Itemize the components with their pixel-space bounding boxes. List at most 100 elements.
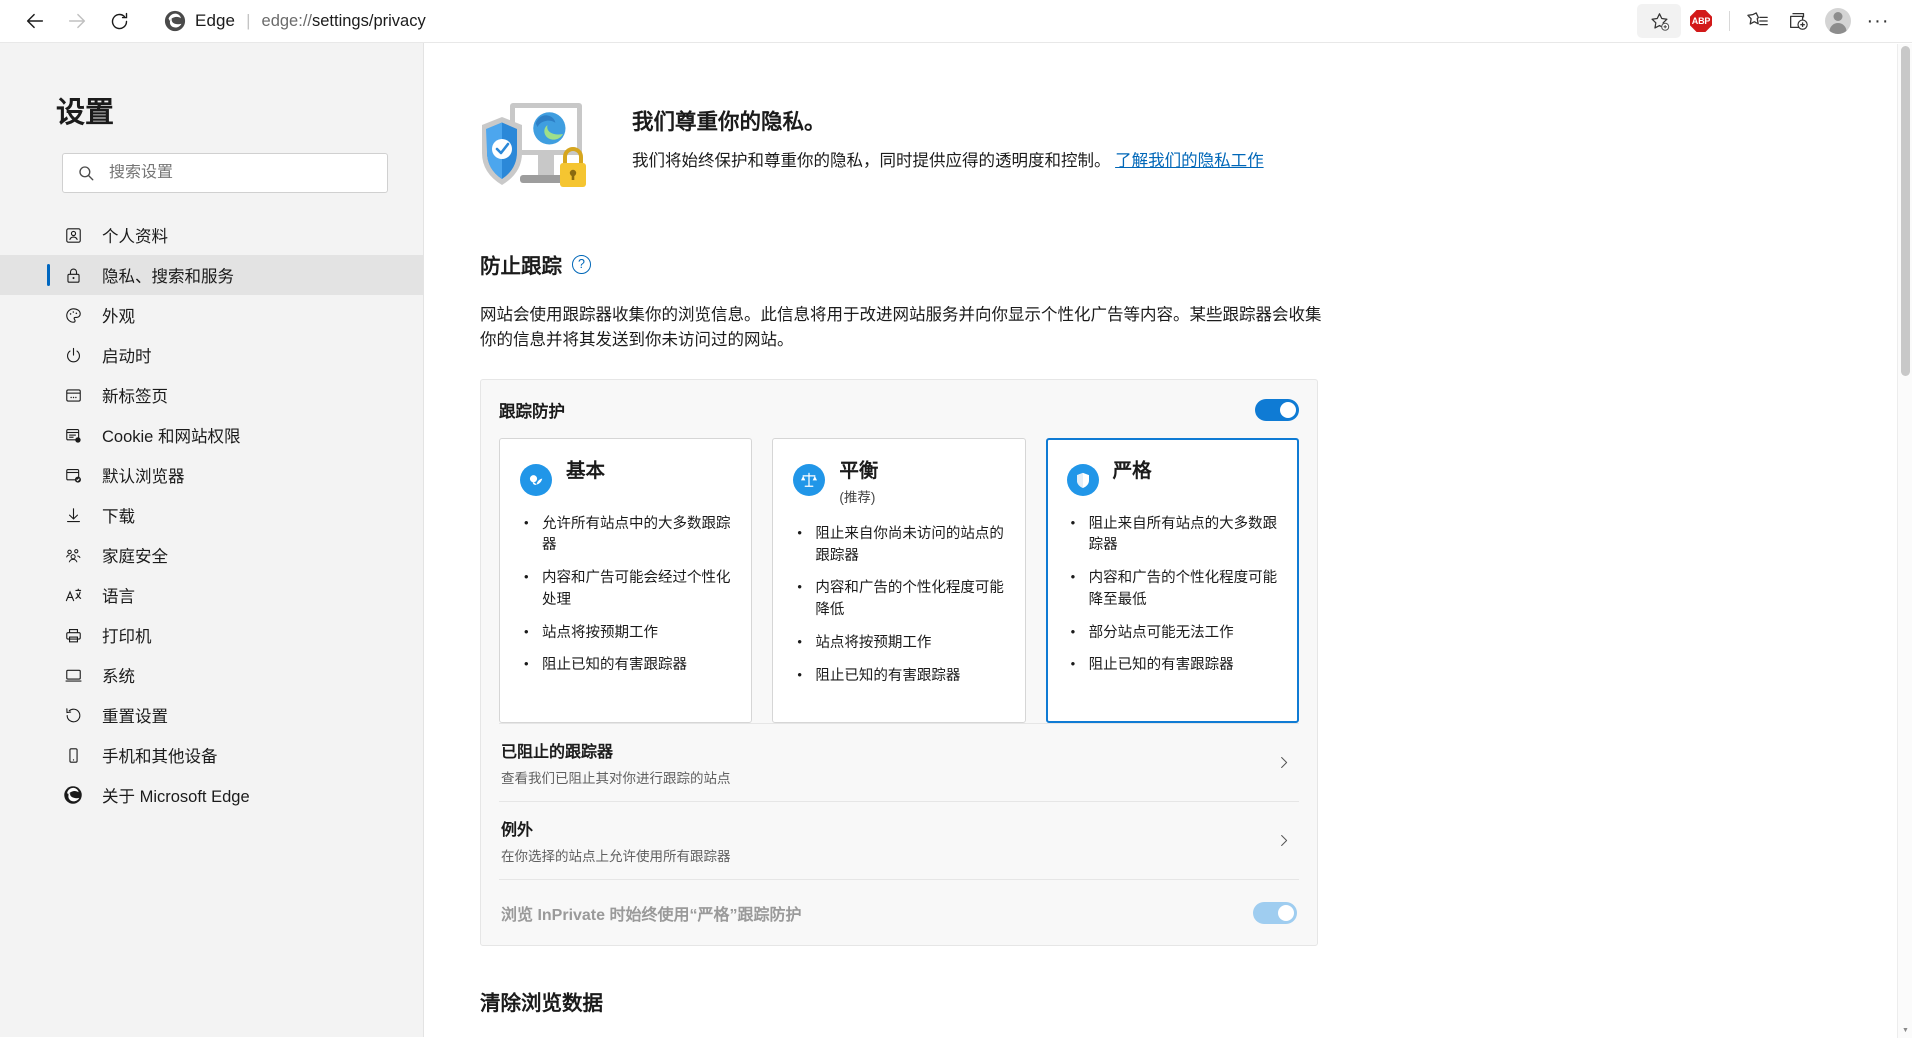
tracking-protection-toggle[interactable] <box>1255 398 1299 421</box>
sidebar-item-label: 默认浏览器 <box>102 468 185 486</box>
sidebar-item-about-microsoft-edge[interactable]: 关于 Microsoft Edge <box>0 775 423 815</box>
sidebar-item-on-startup[interactable]: 启动时 <box>0 335 423 375</box>
help-icon[interactable]: ? <box>572 254 591 274</box>
card-title: 严格 <box>1112 459 1152 482</box>
power-icon <box>62 344 84 366</box>
forward-arrow-icon <box>68 13 86 29</box>
blocked-trackers-row[interactable]: 已阻止的跟踪器 查看我们已阻止其对你进行跟踪的站点 <box>499 723 1299 801</box>
sidebar-item-system[interactable]: 系统 <box>0 655 423 695</box>
sidebar-item-label: 家庭安全 <box>102 548 168 566</box>
sidebar-item-new-tab-page[interactable]: 新标签页 <box>0 375 423 415</box>
edge-logo-icon <box>164 10 186 32</box>
settings-main-content: 我们尊重你的隐私。 我们将始终保护和尊重你的隐私，同时提供应得的透明度和控制。 … <box>424 43 1912 1037</box>
exceptions-row[interactable]: 例外 在你选择的站点上允许使用所有跟踪器 <box>499 801 1299 879</box>
card-bullet: 部分站点可能无法工作 <box>1067 622 1278 645</box>
reset-icon <box>62 704 84 726</box>
sidebar-item-label: 重置设置 <box>102 708 168 726</box>
card-header: 基本 <box>520 459 731 496</box>
language-icon <box>62 584 84 606</box>
sidebar-item-languages[interactable]: 语言 <box>0 575 423 615</box>
card-bullet: 站点将按预期工作 <box>793 632 1004 655</box>
forward-button[interactable] <box>56 4 98 38</box>
card-bullet-list: 阻止来自所有站点的大多数跟踪器 内容和广告的个性化程度可能降至最低 部分站点可能… <box>1067 513 1278 678</box>
avatar <box>1825 8 1851 34</box>
balanced-scales-icon <box>793 463 826 496</box>
download-icon <box>62 504 84 526</box>
card-bullet: 阻止已知的有害跟踪器 <box>793 665 1004 688</box>
toggle-knob <box>1278 904 1294 921</box>
privacy-hero: 我们尊重你的隐私。 我们将始终保护和尊重你的隐私，同时提供应得的透明度和控制。 … <box>480 91 1424 203</box>
sidebar-item-phone-other-devices[interactable]: 手机和其他设备 <box>0 735 423 775</box>
row-text: 浏览 InPrivate 时始终使用“严格”跟踪防护 <box>501 901 801 925</box>
tracking-card-basic[interactable]: 基本 允许所有站点中的大多数跟踪器 内容和广告可能会经过个性化处理 站点将按预期… <box>499 437 753 724</box>
tracking-protection-row: 跟踪防护 <box>499 398 1299 422</box>
cookie-settings-icon <box>62 424 84 446</box>
sidebar-item-downloads[interactable]: 下载 <box>0 495 423 535</box>
star-plus-icon <box>1650 12 1669 31</box>
printer-icon <box>62 624 84 646</box>
sidebar-item-label: 启动时 <box>102 348 152 366</box>
inprivate-strict-row[interactable]: 浏览 InPrivate 时始终使用“严格”跟踪防护 <box>499 879 1299 945</box>
url-scheme: edge:// <box>261 11 312 30</box>
page-scrollbar[interactable]: ▲ ▼ <box>1897 44 1912 1038</box>
card-bullet: 阻止已知的有害跟踪器 <box>1067 654 1278 677</box>
back-button[interactable] <box>14 4 56 38</box>
profile-button[interactable] <box>1818 4 1858 38</box>
card-bullet: 内容和广告可能会经过个性化处理 <box>520 567 731 612</box>
favorites-star-icon <box>1747 12 1768 26</box>
chevron-right-icon <box>1281 757 1288 769</box>
card-title: 基本 <box>566 459 606 482</box>
sidebar-item-privacy-search-services[interactable]: 隐私、搜索和服务 <box>0 255 423 295</box>
row-title: 已阻止的跟踪器 <box>501 744 614 762</box>
tracking-section-title: 防止跟踪 <box>480 255 562 278</box>
tracking-section-header: 防止跟踪 ? <box>480 249 1424 279</box>
tracking-prevention-panel: 跟踪防护 基本 • 允许所有站点中的大多数跟踪器 • 内容和广告可能会经过个性化… <box>480 378 1318 947</box>
card-bullet: 阻止来自你尚未访问的站点的跟踪器 <box>793 523 1004 568</box>
sidebar-item-label: 下载 <box>102 508 135 526</box>
sidebar-item-label: 隐私、搜索和服务 <box>102 268 234 286</box>
refresh-button[interactable] <box>98 4 140 38</box>
sidebar-item-printers[interactable]: 打印机 <box>0 615 423 655</box>
basic-tracking-icon <box>520 463 552 496</box>
card-bullet: 内容和广告的个性化程度可能降至最低 <box>1067 567 1278 612</box>
sidebar-item-reset-settings[interactable]: 重置设置 <box>0 695 423 735</box>
settings-and-more-button[interactable]: ··· <box>1858 4 1898 38</box>
sidebar-item-family-safety[interactable]: 家庭安全 <box>0 535 423 575</box>
card-bullet: 站点将按预期工作 <box>520 622 731 645</box>
search-settings-box[interactable] <box>62 153 388 193</box>
card-bullet: 允许所有站点中的大多数跟踪器 <box>520 513 731 558</box>
sidebar-item-label: 系统 <box>102 668 135 686</box>
omnibox-separator: | <box>246 11 251 30</box>
family-icon <box>62 544 84 566</box>
sidebar-item-profile[interactable]: 个人资料 <box>0 215 423 255</box>
scroll-thumb[interactable] <box>1901 46 1910 376</box>
add-favorite-button[interactable] <box>1637 4 1681 38</box>
inprivate-strict-toggle[interactable] <box>1253 901 1297 924</box>
edge-logo-icon <box>62 784 84 806</box>
abp-badge: ABP <box>1690 10 1712 32</box>
address-bar[interactable]: Edge | edge://settings/privacy <box>152 4 1631 38</box>
sidebar-item-label: Cookie 和网站权限 <box>102 428 241 446</box>
back-arrow-icon <box>26 13 44 29</box>
scroll-down-arrow[interactable]: ▼ <box>1898 1023 1912 1038</box>
sidebar-item-appearance[interactable]: 外观 <box>0 295 423 335</box>
collections-button[interactable] <box>1778 4 1818 38</box>
tracking-card-strict[interactable]: 严格 阻止来自所有站点的大多数跟踪器 内容和广告的个性化程度可能降至最低 部分站… <box>1045 437 1299 724</box>
privacy-learn-more-link[interactable]: 了解我们的隐私工作 <box>1115 152 1264 170</box>
favorites-button[interactable] <box>1738 4 1778 38</box>
collections-icon <box>1790 13 1808 30</box>
omnibox-brand-label: Edge <box>195 11 236 30</box>
clear-browsing-data-section: 清除浏览数据 这包括历史记录、密码、Cookie 等。将仅删除此用户配置中的数据… <box>480 986 1380 1037</box>
adblock-plus-extension-button[interactable]: ABP <box>1681 4 1721 38</box>
sidebar-item-default-browser[interactable]: 默认浏览器 <box>0 455 423 495</box>
card-bullet: 阻止来自所有站点的大多数跟踪器 <box>1067 513 1278 558</box>
default-browser-icon <box>62 464 84 486</box>
card-bullet: 内容和广告的个性化程度可能降低 <box>793 577 1004 622</box>
sidebar-item-cookies-site-permissions[interactable]: Cookie 和网站权限 <box>0 415 423 455</box>
row-text: 已阻止的跟踪器 查看我们已阻止其对你进行跟踪的站点 <box>501 738 731 787</box>
tracking-card-balanced[interactable]: 平衡 (推荐) 阻止来自你尚未访问的站点的跟踪器 内容和广告的个性化程度可能降低… <box>772 437 1026 724</box>
search-input[interactable] <box>109 164 373 182</box>
tracking-prevention-section: 防止跟踪 ? 网站会使用跟踪器收集你的浏览信息。此信息将用于改进网站服务并向你显… <box>480 249 1424 947</box>
toolbar-divider <box>1729 11 1730 31</box>
strict-shield-icon <box>1066 463 1099 496</box>
